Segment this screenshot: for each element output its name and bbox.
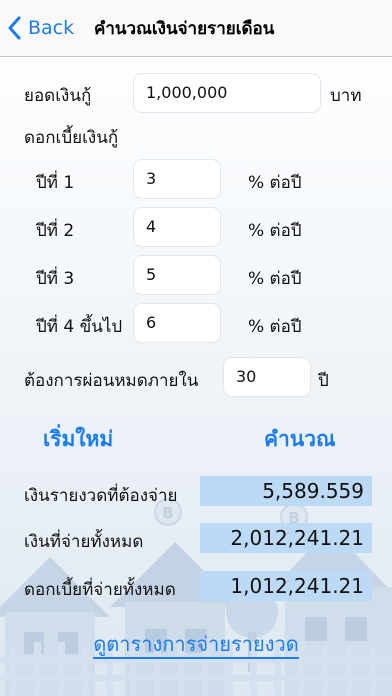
back-label: Back: [28, 17, 75, 39]
reset-button[interactable]: เริ่มใหม่: [43, 423, 113, 456]
interest-label: ดอกเบี้ยเงินกู้: [24, 128, 119, 148]
loan-amount-label: ยอดเงินกู้: [24, 86, 92, 106]
total-paid-value: 2,012,241.21: [200, 523, 372, 553]
loan-amount-field[interactable]: 1,000,000: [134, 74, 320, 112]
calculate-button[interactable]: คำนวณ: [264, 423, 335, 456]
payment-schedule-link[interactable]: ดูตารางการจ่ายรายงวด: [0, 628, 392, 660]
term-unit-label: ปี: [318, 371, 329, 391]
year-1-label: ปีที่ 1: [36, 173, 75, 193]
year-3-rate-field[interactable]: 5: [134, 256, 220, 294]
year-1-unit: % ต่อปี: [248, 173, 302, 193]
year-4-plus-label: ปีที่ 4 ขึ้นไป: [36, 317, 123, 337]
total-interest-label: ดอกเบี้ยที่จ่ายทั้งหมด: [24, 580, 176, 600]
payment-schedule-link-text: ดูตารางการจ่ายรายงวด: [93, 632, 299, 659]
term-label: ต้องการผ่อนหมดภายใน: [24, 371, 199, 391]
monthly-payment-label: เงินรายงวดที่ต้องจ่าย: [24, 486, 178, 506]
loan-unit-label: บาท: [330, 86, 362, 106]
year-2-rate-field[interactable]: 4: [134, 208, 220, 246]
year-4-plus-unit: % ต่อปี: [248, 317, 302, 337]
chevron-left-icon: [8, 16, 21, 40]
year-2-unit: % ต่อปี: [248, 221, 302, 241]
monthly-payment-value: 5,589.559: [200, 476, 372, 506]
page-title: คำนวณเงินจ่ายรายเดือน: [94, 19, 275, 39]
term-years-field[interactable]: 30: [224, 358, 310, 396]
calculator-content: B B ยอดเงินกู้ 1,000,000 บาท ดอกเบี้ยเงิ…: [0, 57, 392, 696]
back-button[interactable]: Back: [8, 15, 74, 41]
year-2-label: ปีที่ 2: [36, 221, 75, 241]
year-4-plus-rate-field[interactable]: 6: [134, 304, 220, 342]
total-paid-label: เงินที่จ่ายทั้งหมด: [24, 532, 144, 552]
house-icon: [110, 542, 240, 696]
navigation-bar: Back คำนวณเงินจ่ายรายเดือน: [0, 0, 392, 57]
year-1-rate-field[interactable]: 3: [134, 160, 220, 198]
year-3-label: ปีที่ 3: [36, 269, 75, 289]
total-interest-value: 1,012,241.21: [200, 571, 372, 601]
year-3-unit: % ต่อปี: [248, 269, 302, 289]
